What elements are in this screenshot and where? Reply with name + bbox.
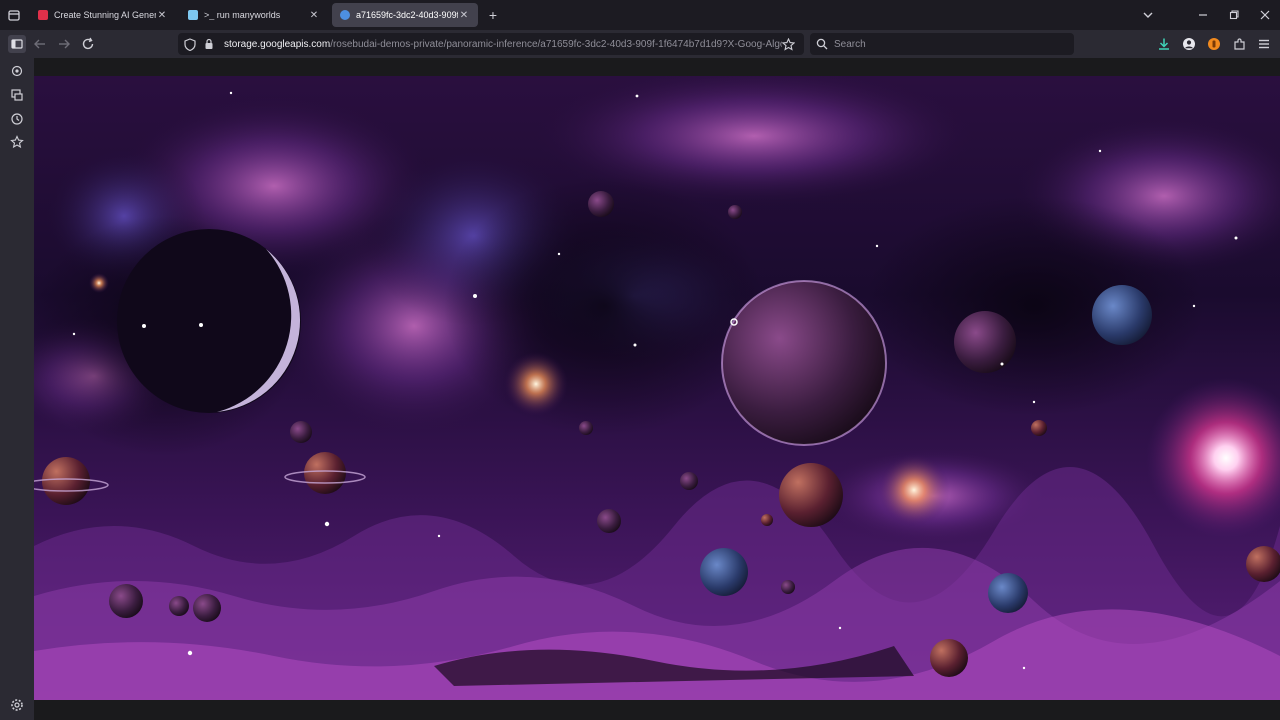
- bookmark-star-icon[interactable]: [782, 37, 804, 51]
- blue-logo-icon: [188, 10, 198, 20]
- tab-title: Create Stunning AI Generated S: [54, 10, 156, 20]
- minimize-icon[interactable]: [1196, 8, 1210, 22]
- navigation-toolbar: storage.googleapis.com/rosebudai-demos-p…: [0, 30, 1280, 58]
- shield-icon[interactable]: [184, 37, 198, 51]
- chevron-down-icon[interactable]: [1141, 8, 1155, 22]
- forward-icon[interactable]: [56, 36, 72, 52]
- close-window-icon[interactable]: [1258, 8, 1272, 22]
- download-icon[interactable]: [1156, 36, 1172, 52]
- tab-title: a71659fc-3dc2-40d3-909f-1f64: [356, 10, 458, 20]
- red-logo-icon: [38, 10, 48, 20]
- account-icon[interactable]: [1181, 36, 1197, 52]
- page-content: [34, 58, 1280, 720]
- menu-icon[interactable]: [1256, 36, 1272, 52]
- extensions-puzzle-icon[interactable]: [1232, 36, 1248, 52]
- history-icon[interactable]: [8, 110, 26, 128]
- reload-icon[interactable]: [80, 36, 96, 52]
- panoramic-space-image: [34, 76, 1280, 700]
- globe-icon: [340, 10, 350, 20]
- bookmarks-icon[interactable]: [8, 133, 26, 151]
- close-icon[interactable]: ✕: [458, 10, 470, 21]
- url-path: /rosebudai-demos-private/panoramic-infer…: [330, 38, 782, 50]
- synced-tabs-icon[interactable]: [8, 86, 26, 104]
- tab-active-image[interactable]: a71659fc-3dc2-40d3-909f-1f64 ✕: [332, 3, 478, 27]
- tab-strip: Create Stunning AI Generated S ✕ >_ run …: [0, 0, 1280, 30]
- tab-create-stunning[interactable]: Create Stunning AI Generated S ✕: [30, 3, 176, 27]
- sidebar-toggle-icon[interactable]: [8, 35, 26, 53]
- search-placeholder: Search: [834, 38, 866, 50]
- address-bar[interactable]: storage.googleapis.com/rosebudai-demos-p…: [178, 33, 804, 55]
- url-text: storage.googleapis.com/rosebudai-demos-p…: [224, 39, 782, 50]
- new-tab-icon[interactable]: +: [486, 8, 500, 22]
- search-icon: [816, 38, 830, 50]
- restore-icon[interactable]: [1227, 8, 1241, 22]
- search-bar[interactable]: Search: [810, 33, 1074, 55]
- settings-gear-icon[interactable]: [8, 696, 26, 714]
- close-icon[interactable]: ✕: [156, 10, 168, 21]
- tab-title: >_ run manyworlds: [204, 10, 281, 20]
- sidebar: [0, 58, 34, 720]
- back-icon[interactable]: [32, 36, 48, 52]
- url-host: storage.googleapis.com: [224, 38, 331, 50]
- lock-icon[interactable]: [204, 38, 216, 50]
- close-icon[interactable]: ✕: [308, 10, 320, 21]
- tab-run-manyworlds[interactable]: >_ run manyworlds ✕: [180, 3, 328, 27]
- extension-orange-icon[interactable]: [1206, 36, 1222, 52]
- ai-chatbot-icon[interactable]: [8, 62, 26, 80]
- firefox-view-icon[interactable]: [7, 8, 21, 22]
